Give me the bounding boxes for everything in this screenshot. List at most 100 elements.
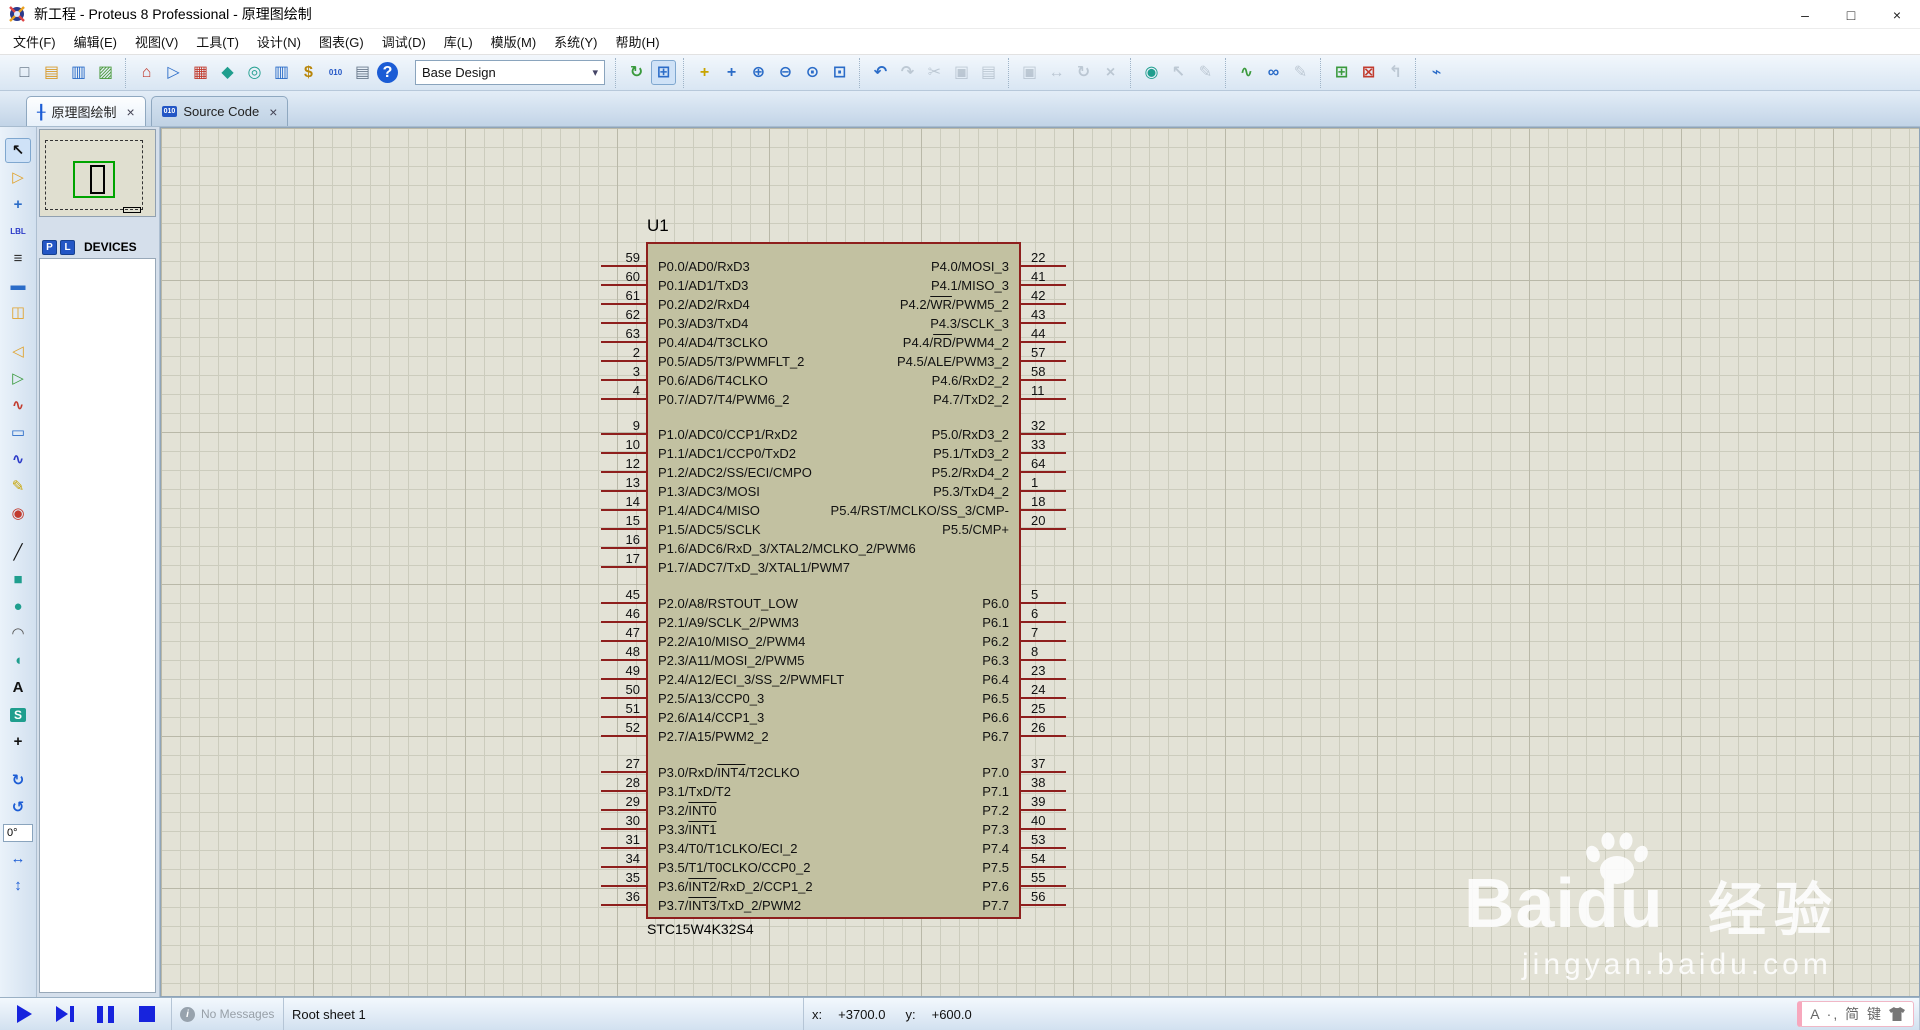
- menu-item[interactable]: 文件(F): [4, 29, 65, 54]
- pin-row[interactable]: 53 P7.4: [601, 832, 1066, 858]
- pin-row[interactable]: 32 P5.0/RxD3_2: [601, 418, 1066, 444]
- pin-row[interactable]: 20 P5.5/CMP+: [601, 513, 1066, 539]
- block-move-icon[interactable]: ↔: [1044, 60, 1069, 85]
- pin-row[interactable]: 6 P6.1: [601, 606, 1066, 632]
- pin-row[interactable]: 33 P5.1/TxD3_2: [601, 437, 1066, 463]
- zoom-in-icon[interactable]: ⊕: [746, 60, 771, 85]
- maximize-button[interactable]: □: [1828, 0, 1874, 29]
- pin-row[interactable]: 55 P7.6: [601, 870, 1066, 896]
- menu-item[interactable]: 视图(V): [126, 29, 187, 54]
- pin-row[interactable]: 42 P4.2/WR/PWM5_2: [601, 288, 1066, 314]
- block-copy-icon[interactable]: ▣: [1017, 60, 1042, 85]
- selection-tool-icon[interactable]: ↖: [5, 138, 31, 163]
- cursor-add-icon[interactable]: ↖: [1166, 60, 1191, 85]
- rotate-cw-icon[interactable]: ↻: [5, 768, 31, 793]
- pin-row[interactable]: 57 P4.5/ALE/PWM3_2: [601, 345, 1066, 371]
- redo-icon[interactable]: ↷: [895, 60, 920, 85]
- pin-row[interactable]: 5 P6.0: [601, 587, 1066, 613]
- voltage-probe-icon[interactable]: ✎: [5, 474, 31, 499]
- copy-icon[interactable]: ▣: [949, 60, 974, 85]
- close-icon[interactable]: ×: [269, 105, 277, 119]
- pin-row[interactable]: 37 P7.0: [601, 756, 1066, 782]
- close-button[interactable]: ×: [1874, 0, 1920, 29]
- play-button[interactable]: [7, 1001, 41, 1027]
- component-mode-icon[interactable]: ▷: [5, 165, 31, 190]
- line-2d-icon[interactable]: ╱: [5, 540, 31, 565]
- pick-devices-button[interactable]: P: [42, 239, 57, 255]
- pin-row[interactable]: 18 P5.4/RST/MCLKO/SS_3/CMP-: [601, 494, 1066, 520]
- rotation-angle-input[interactable]: [3, 824, 33, 842]
- schematic-canvas[interactable]: U1 59 P0.0/AD0/RxD3 60 P0.1/AD1/TxD3 61 P0.2/…: [160, 127, 1920, 997]
- pin-row[interactable]: 38 P7.1: [601, 775, 1066, 801]
- pin-row[interactable]: 17 P1.7/ADC7/TxD_3/XTAL1/PWM7: [601, 551, 1066, 577]
- chip-u1[interactable]: 59 P0.0/AD0/RxD3 60 P0.1/AD1/TxD3 61 P0.2/AD2…: [601, 242, 1066, 919]
- pan-icon[interactable]: +: [719, 60, 744, 85]
- wire-autoroute-icon[interactable]: ∿: [1234, 60, 1259, 85]
- tab-原理图绘制[interactable]: ╂ 原理图绘制 ×: [26, 96, 146, 126]
- symbol-2d-icon[interactable]: S: [5, 702, 31, 727]
- pin-row[interactable]: 22 P4.0/MOSI_3: [601, 250, 1066, 276]
- rotate-ccw-icon[interactable]: ↺: [5, 795, 31, 820]
- origin-icon[interactable]: +: [692, 60, 717, 85]
- source-code-icon[interactable]: 010: [323, 60, 348, 85]
- generator-mode-icon[interactable]: ∿: [5, 447, 31, 472]
- pin-row[interactable]: 11 P4.7/TxD2_2: [601, 383, 1066, 409]
- design-selector[interactable]: Base Design ▾: [415, 60, 605, 85]
- menu-item[interactable]: 工具(T): [187, 29, 248, 54]
- close-icon[interactable]: ×: [126, 105, 134, 119]
- menu-item[interactable]: 设计(N): [248, 29, 310, 54]
- design-explorer-icon[interactable]: ▥: [269, 60, 294, 85]
- pin-row[interactable]: 39 P7.2: [601, 794, 1066, 820]
- help-icon[interactable]: ?: [377, 62, 398, 83]
- pin-row[interactable]: 1 P5.3/TxD4_2: [601, 475, 1066, 501]
- search-icon[interactable]: ∞: [1261, 60, 1286, 85]
- overview-minimap[interactable]: [39, 129, 156, 217]
- menu-item[interactable]: 系统(Y): [545, 29, 606, 54]
- bus-icon[interactable]: ▬: [5, 273, 31, 298]
- project-notes-icon[interactable]: ▤: [350, 60, 375, 85]
- new-sheet-icon[interactable]: ⊞: [1329, 60, 1354, 85]
- subcircuit-icon[interactable]: ◫: [5, 300, 31, 325]
- paste-icon[interactable]: ▤: [976, 60, 1001, 85]
- menu-item[interactable]: 模版(M): [482, 29, 546, 54]
- grid-toggle-icon[interactable]: ⊞: [651, 60, 676, 85]
- pin-row[interactable]: 44 P4.4/RD/PWM4_2: [601, 326, 1066, 352]
- pin-row[interactable]: 41 P4.1/MISO_3: [601, 269, 1066, 295]
- pin-row[interactable]: 26 P6.7: [601, 720, 1066, 746]
- virtual-instruments-icon[interactable]: ◉: [5, 501, 31, 526]
- remove-sheet-icon[interactable]: ⊠: [1356, 60, 1381, 85]
- goto-sheet-icon[interactable]: ◉: [1139, 60, 1164, 85]
- parent-sheet-icon[interactable]: ↰: [1383, 60, 1408, 85]
- schematic-capture-icon[interactable]: ▷: [161, 60, 186, 85]
- home-icon[interactable]: ⌂: [134, 60, 159, 85]
- step-button[interactable]: [48, 1001, 82, 1027]
- pin-row[interactable]: 7 P6.2: [601, 625, 1066, 651]
- menu-item[interactable]: 库(L): [435, 29, 482, 54]
- flip-vertical-icon[interactable]: ↕: [5, 873, 31, 898]
- devices-list[interactable]: [39, 258, 156, 993]
- device-pin-icon[interactable]: ▷: [5, 366, 31, 391]
- bill-of-materials-icon[interactable]: $: [296, 60, 321, 85]
- open-project-icon[interactable]: ▤: [39, 60, 64, 85]
- menu-item[interactable]: 图表(G): [310, 29, 373, 54]
- pcb-layout-icon[interactable]: ▦: [188, 60, 213, 85]
- terminal-mode-icon[interactable]: ◁: [5, 339, 31, 364]
- ime-toolbar[interactable]: A ·, 简 键: [1797, 1001, 1914, 1027]
- flip-horizontal-icon[interactable]: ↔: [5, 846, 31, 871]
- gerber-viewer-icon[interactable]: ◎: [242, 60, 267, 85]
- pin-row[interactable]: 58 P4.6/RxD2_2: [601, 364, 1066, 390]
- graph-mode-icon[interactable]: ∿: [5, 393, 31, 418]
- junction-dot-icon[interactable]: +: [5, 192, 31, 217]
- circle-2d-icon[interactable]: ●: [5, 594, 31, 619]
- zoom-out-icon[interactable]: ⊖: [773, 60, 798, 85]
- marker-2d-icon[interactable]: +: [5, 729, 31, 754]
- pin-row[interactable]: 54 P7.5: [601, 851, 1066, 877]
- box-2d-icon[interactable]: ■: [5, 567, 31, 592]
- erc-report-icon[interactable]: ⌁: [1424, 60, 1449, 85]
- new-project-icon[interactable]: □: [12, 60, 37, 85]
- save-project-icon[interactable]: ▥: [66, 60, 91, 85]
- wire-label-icon[interactable]: LBL: [5, 219, 31, 244]
- menu-item[interactable]: 编辑(E): [65, 29, 126, 54]
- menu-item[interactable]: 调试(D): [373, 29, 435, 54]
- zoom-all-icon[interactable]: ⊙: [800, 60, 825, 85]
